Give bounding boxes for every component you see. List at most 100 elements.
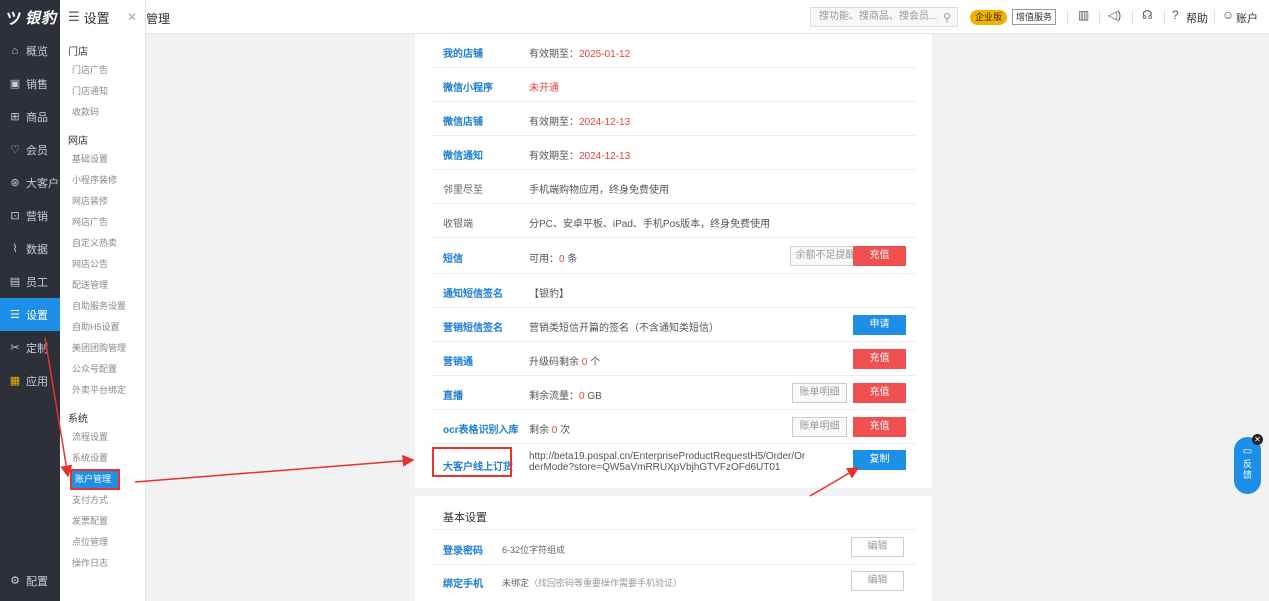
sidebar-link[interactable]: 网店装修	[60, 191, 145, 212]
divider	[1214, 11, 1215, 23]
sidebar-link[interactable]: 网店广告	[60, 212, 145, 233]
chart-icon: ⌇	[12, 243, 18, 255]
nav-settings[interactable]: ☰ 设置	[0, 298, 60, 331]
billing-details-button[interactable]: 账单明细	[792, 383, 847, 403]
nav-custom[interactable]: ✂ 定制	[0, 331, 60, 364]
page-title: 管理	[146, 12, 171, 26]
enterprise-badge[interactable]: 企业版	[970, 10, 1008, 25]
speaker-icon[interactable]: ◁)	[1108, 8, 1121, 22]
apps-icon: ▦	[9, 375, 21, 387]
settings-icon: ☰	[10, 309, 20, 321]
recharge-button[interactable]: 充值	[853, 417, 906, 437]
sidebar-link[interactable]: 美团团购管理	[60, 338, 145, 359]
close-icon[interactable]: ✕	[1252, 434, 1263, 445]
top-bar: 管理 搜功能、搜商品、搜会员... ⚲ 企业版 增值服务 ▥ ◁) ☊ ? 帮助…	[146, 0, 1269, 34]
nav-products[interactable]: ⊞ 商品	[0, 100, 60, 133]
service-row: 通知短信签名 【银豹】	[431, 274, 916, 308]
basic-settings-card: 基本设置 登录密码 6-32位字符组成 编辑 绑定手机 未绑定（找回密码等重要操…	[415, 496, 932, 601]
sidebar-link-account-management[interactable]: 账户管理	[70, 469, 120, 490]
sidebar-link[interactable]: 门店广告	[60, 60, 145, 81]
sidebar-link[interactable]: 网店公告	[60, 254, 145, 275]
sidebar-link[interactable]: 自定义热卖	[60, 233, 145, 254]
settings-sidebar: ☰ 设置 ✕ 门店 门店广告 门店通知 收款码 网店 基础设置 小程序装修 网店…	[60, 0, 146, 601]
user-icon: ☺	[1222, 8, 1235, 22]
low-balance-reminder-button[interactable]: 余额不足提醒	[790, 246, 861, 266]
gear-icon: ⚙	[10, 575, 20, 587]
edit-password-button[interactable]: 编辑	[851, 537, 904, 557]
service-row: 我的店铺 有效期至：2025-01-12	[431, 34, 916, 68]
marketing-icon: ⊡	[10, 210, 20, 222]
member-icon: ♡	[10, 144, 20, 156]
sidebar-link[interactable]: 点位管理	[60, 532, 145, 553]
sidebar-link[interactable]: 操作日志	[60, 553, 145, 574]
sms-row: 短信 可用：0 条 余额不足提醒 充值	[431, 238, 916, 274]
calculator-icon[interactable]: ▥	[1078, 8, 1089, 22]
service-row: 微信店铺 有效期至：2024-12-13	[431, 102, 916, 136]
service-row: 营销通 升级码剩余 0 个 充值	[431, 342, 916, 376]
brand-logo[interactable]: ツ银豹	[0, 0, 60, 34]
nav-marketing[interactable]: ⊡ 营销	[0, 199, 60, 232]
sales-icon: ▣	[9, 78, 21, 90]
sidebar-link[interactable]: 公众号配置	[60, 359, 145, 380]
service-row: 微信小程序 未开通	[431, 68, 916, 102]
nav-members[interactable]: ♡ 会员	[0, 133, 60, 166]
nav-overview[interactable]: ⌂ 概览	[0, 34, 60, 67]
sidebar-link[interactable]: 发票配置	[60, 511, 145, 532]
search-input[interactable]: 搜功能、搜商品、搜会员... ⚲	[810, 7, 958, 27]
sidebar-link[interactable]: 门店通知	[60, 81, 145, 102]
help-link[interactable]: 帮助	[1186, 10, 1208, 26]
sidebar-link[interactable]: 流程设置	[60, 427, 145, 448]
search-icon[interactable]: ⚲	[943, 9, 951, 27]
sidebar-group-title: 网店	[68, 136, 88, 147]
divider	[1164, 11, 1165, 23]
nav-key-accounts[interactable]: ⊛ 大客户	[0, 166, 60, 199]
headset-icon[interactable]: ☊	[1142, 8, 1153, 22]
sidebar-link[interactable]: 配送管理	[60, 275, 145, 296]
staff-icon: ▤	[9, 276, 21, 288]
recharge-button[interactable]: 充值	[853, 349, 906, 369]
nav-data[interactable]: ⌇ 数据	[0, 232, 60, 265]
logo-mark-icon: ツ	[6, 11, 24, 28]
divider	[1067, 11, 1068, 23]
close-icon[interactable]: ✕	[127, 10, 137, 24]
sidebar-link[interactable]: 自助服务设置	[60, 296, 145, 317]
service-row: 微信通知 有效期至：2024-12-13	[431, 136, 916, 170]
sidebar-link[interactable]: 支付方式	[60, 490, 145, 511]
divider	[431, 529, 916, 530]
sidebar-link[interactable]: 收款码	[60, 102, 145, 123]
edit-phone-button[interactable]: 编辑	[851, 571, 904, 591]
home-icon: ⌂	[11, 44, 19, 57]
help-icon: ?	[1172, 8, 1179, 22]
highlight-box	[432, 447, 512, 477]
copy-button[interactable]: 复制	[853, 450, 906, 470]
sidebar-link[interactable]: 基础设置	[60, 149, 145, 170]
section-title: 基本设置	[443, 512, 487, 524]
nav-config[interactable]: ⚙ 配置	[0, 564, 60, 597]
service-row: 收银端 分PC、安卓平板、iPad、手机Pos版本，终身免费使用	[431, 204, 916, 238]
menu-icon: ☰	[68, 9, 80, 24]
service-row: ocr表格识别入库 剩余 0 次 账单明细 充值	[431, 410, 916, 444]
bind-phone-label: 绑定手机	[443, 579, 483, 590]
services-card: 我的店铺 有效期至：2025-01-12 微信小程序 未开通 微信店铺 有效期至…	[415, 34, 932, 488]
products-icon: ⊞	[10, 111, 20, 123]
apply-button[interactable]: 申请	[853, 315, 906, 335]
ordering-url: http://beta19.pospal.cn/EnterpriseProduc…	[529, 451, 806, 473]
sidebar-link[interactable]: 小程序装修	[60, 170, 145, 191]
divider	[1099, 11, 1100, 23]
billing-details-button[interactable]: 账单明细	[792, 417, 847, 437]
account-link[interactable]: 账户	[1236, 10, 1258, 26]
sidebar-link[interactable]: 系统设置	[60, 448, 145, 469]
nav-apps[interactable]: ▦ 应用	[0, 364, 60, 397]
divider	[1132, 11, 1133, 23]
feedback-button[interactable]: ✕ ▭ 反馈	[1234, 434, 1263, 494]
recharge-button[interactable]: 充值	[853, 246, 906, 266]
nav-sales[interactable]: ▣ 销售	[0, 67, 60, 100]
sidebar-link[interactable]: 外卖平台绑定	[60, 380, 145, 401]
value-added-services-button[interactable]: 增值服务	[1012, 9, 1057, 25]
chat-icon: ▭	[1242, 446, 1253, 457]
recharge-button[interactable]: 充值	[853, 383, 906, 403]
sidebar-link[interactable]: 自助H5设置	[60, 317, 145, 338]
nav-staff[interactable]: ▤ 员工	[0, 265, 60, 298]
sidebar-header: ☰ 设置 ✕	[68, 9, 137, 26]
main-nav-rail: ツ银豹 ⌂ 概览 ▣ 销售 ⊞ 商品 ♡ 会员 ⊛ 大客户 ⊡ 营销 ⌇ 数据 ▤ 员工 ☰ 设置…	[0, 0, 60, 601]
